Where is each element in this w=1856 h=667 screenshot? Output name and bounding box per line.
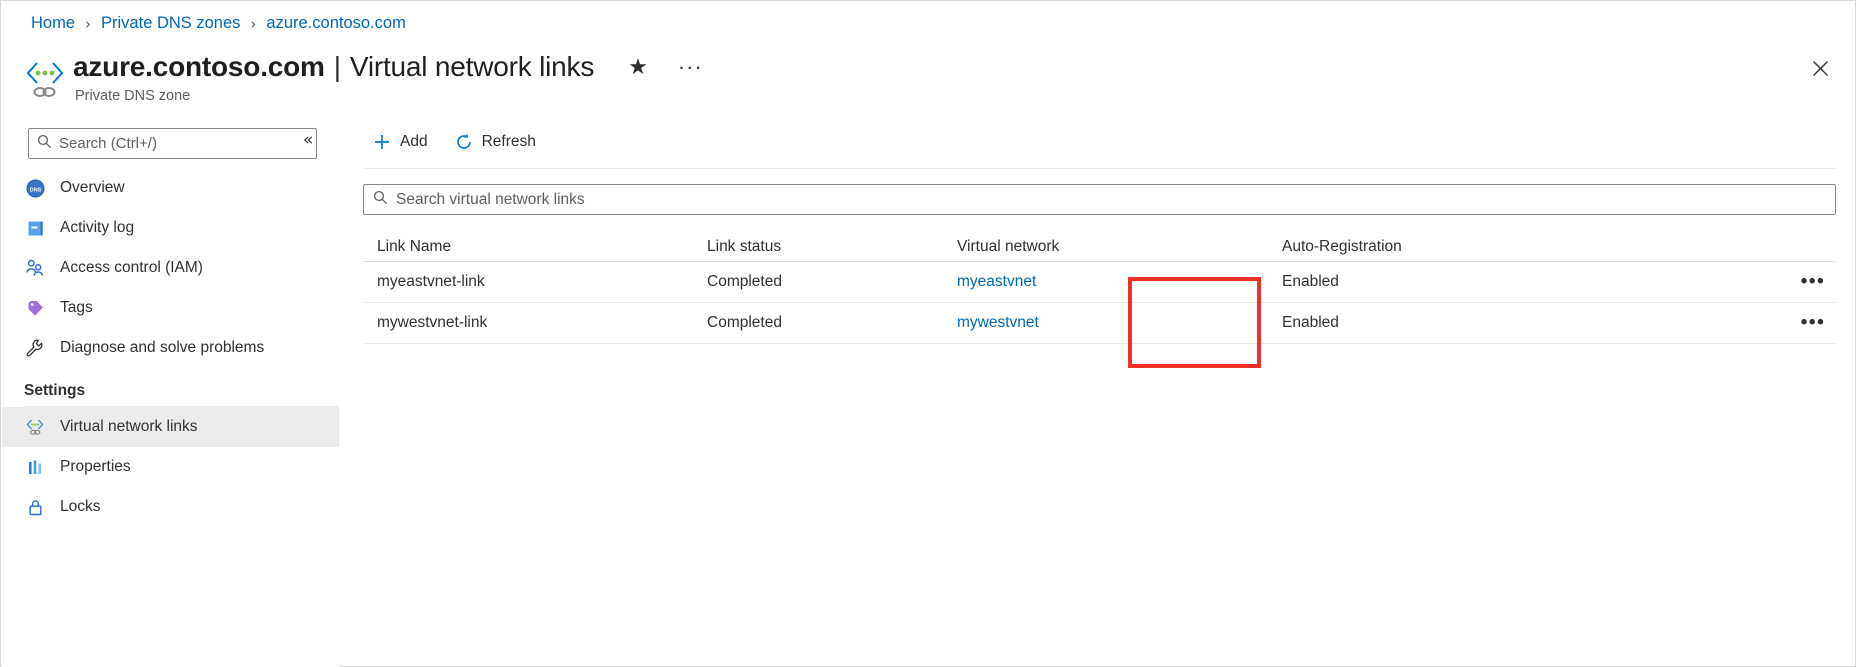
- refresh-icon: [454, 132, 474, 152]
- sidebar-item-locks[interactable]: Locks: [2, 487, 339, 527]
- favorite-star-icon[interactable]: ★: [628, 56, 648, 78]
- sidebar-group-title-settings: Settings: [2, 368, 339, 406]
- azure-portal-blade: Home › Private DNS zones › azure.contoso…: [0, 0, 1856, 667]
- breadcrumb-item-azure-contoso-com[interactable]: azure.contoso.com: [266, 14, 405, 33]
- breadcrumb-separator-icon: ›: [85, 15, 91, 33]
- vnet-link-icon: [24, 416, 46, 438]
- sidebar-search[interactable]: [28, 128, 317, 159]
- row-context-menu-button[interactable]: •••: [1790, 318, 1836, 328]
- sidebar-item-properties[interactable]: Properties: [2, 447, 339, 487]
- wrench-icon: [24, 337, 46, 359]
- virtual-network-link[interactable]: mywestvnet: [957, 314, 1039, 331]
- virtual-network-link[interactable]: myeastvnet: [957, 273, 1036, 290]
- refresh-button-label: Refresh: [482, 133, 536, 151]
- cell-auto-registration: Enabled: [1268, 273, 1790, 291]
- access-control-icon: [24, 257, 46, 279]
- add-button-label: Add: [400, 133, 428, 151]
- tag-icon: [24, 297, 46, 319]
- svg-text:DNS: DNS: [29, 187, 41, 193]
- table-row[interactable]: myeastvnet-link Completed myeastvnet Ena…: [363, 262, 1836, 303]
- column-header-link-name[interactable]: Link Name: [363, 238, 693, 256]
- sidebar-item-label: Properties: [60, 458, 131, 476]
- cell-link-name: mywestvnet-link: [363, 314, 693, 332]
- table-row[interactable]: mywestvnet-link Completed mywestvnet Ena…: [363, 303, 1836, 344]
- sidebar-item-label: Tags: [60, 299, 93, 317]
- row-context-menu-button[interactable]: •••: [1790, 277, 1836, 287]
- table-search[interactable]: [363, 184, 1836, 215]
- column-header-link-status[interactable]: Link status: [693, 238, 943, 256]
- search-icon: [373, 190, 388, 210]
- breadcrumb-item-home[interactable]: Home: [31, 14, 75, 33]
- sidebar-item-label: Activity log: [60, 219, 134, 237]
- sidebar-item-label: Access control (IAM): [60, 259, 203, 277]
- sidebar-item-label: Overview: [60, 179, 125, 197]
- page-title: azure.contoso.com | Virtual network links: [73, 51, 594, 83]
- refresh-button[interactable]: Refresh: [445, 126, 545, 158]
- search-icon: [37, 134, 52, 154]
- sidebar-item-virtual-network-links[interactable]: Virtual network links: [2, 407, 339, 447]
- add-button[interactable]: Add: [363, 126, 437, 158]
- close-blade-button[interactable]: [1803, 51, 1837, 85]
- row-more-icon: •••: [1801, 277, 1825, 287]
- breadcrumb-separator-icon: ›: [250, 15, 256, 33]
- blade-subtitle: Private DNS zone: [75, 88, 703, 104]
- cell-auto-registration: Enabled: [1268, 314, 1790, 332]
- sidebar-nav-list: DNS Overview Activity log: [2, 168, 339, 527]
- sidebar-item-label: Diagnose and solve problems: [60, 339, 264, 357]
- table-search-input[interactable]: [396, 191, 1826, 209]
- private-dns-zone-icon: [23, 57, 65, 103]
- dns-globe-icon: DNS: [24, 177, 46, 199]
- command-toolbar: Add Refresh: [339, 119, 1854, 165]
- cell-link-name: myeastvnet-link: [363, 273, 693, 291]
- column-header-auto-registration[interactable]: Auto-Registration: [1268, 238, 1790, 256]
- collapse-sidebar-icon[interactable]: «: [303, 130, 313, 150]
- more-options-icon[interactable]: ···: [678, 60, 703, 73]
- blade-title-block: azure.contoso.com|Virtual network links …: [23, 51, 703, 104]
- toolbar-divider: [363, 168, 1836, 169]
- properties-icon: [24, 456, 46, 478]
- cell-virtual-network: mywestvnet: [943, 314, 1268, 332]
- page-title-resource: azure.contoso.com: [73, 51, 325, 82]
- row-more-icon: •••: [1801, 318, 1825, 328]
- search-input[interactable]: [59, 135, 308, 152]
- table-header-row: Link Name Link status Virtual network Au…: [363, 232, 1836, 262]
- sidebar-item-tags[interactable]: Tags: [2, 288, 339, 328]
- plus-icon: [372, 132, 392, 152]
- breadcrumb-item-private-dns-zones[interactable]: Private DNS zones: [101, 14, 240, 33]
- sidebar-item-overview[interactable]: DNS Overview: [2, 168, 339, 208]
- sidebar-item-label: Virtual network links: [60, 418, 198, 436]
- lock-icon: [24, 496, 46, 518]
- sidebar-item-label: Locks: [60, 498, 101, 516]
- sidebar-item-diagnose-and-solve-problems[interactable]: Diagnose and solve problems: [2, 328, 339, 368]
- cell-link-status: Completed: [693, 314, 943, 332]
- cell-link-status: Completed: [693, 273, 943, 291]
- main-content: Add Refresh: [339, 119, 1854, 665]
- activity-log-icon: [24, 217, 46, 239]
- sidebar-item-access-control[interactable]: Access control (IAM): [2, 248, 339, 288]
- blade-sidebar: DNS Overview Activity log: [2, 119, 339, 667]
- cell-virtual-network: myeastvnet: [943, 273, 1268, 291]
- column-header-virtual-network[interactable]: Virtual network: [943, 238, 1268, 256]
- close-icon: [1812, 60, 1829, 77]
- sidebar-item-activity-log[interactable]: Activity log: [2, 208, 339, 248]
- virtual-network-links-table: Link Name Link status Virtual network Au…: [363, 232, 1836, 344]
- page-title-separator: |: [334, 51, 341, 82]
- page-title-section: Virtual network links: [350, 51, 594, 82]
- breadcrumb: Home › Private DNS zones › azure.contoso…: [31, 14, 406, 33]
